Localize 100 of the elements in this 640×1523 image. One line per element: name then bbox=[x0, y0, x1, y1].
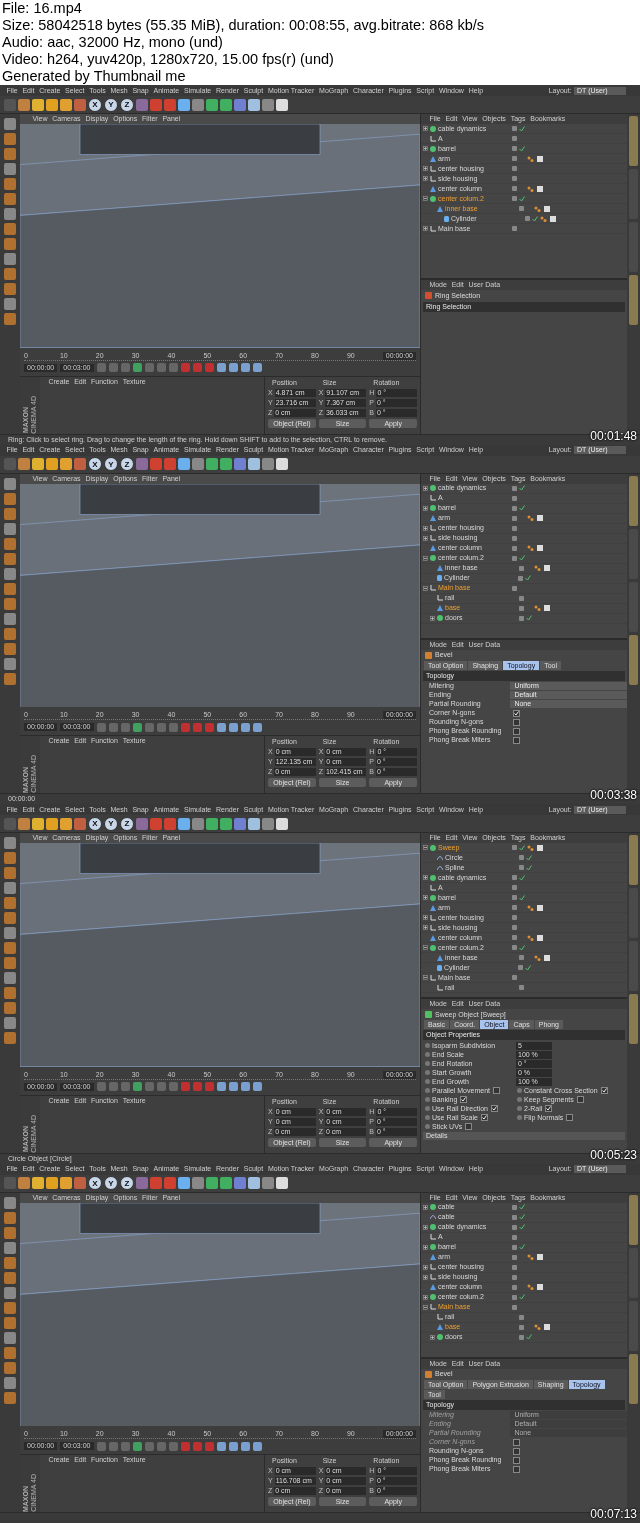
mode-icon[interactable] bbox=[4, 507, 16, 520]
toolbar-icon[interactable] bbox=[32, 817, 44, 830]
animate-dot[interactable] bbox=[517, 1106, 522, 1111]
expand-icon[interactable] bbox=[423, 485, 428, 491]
checkbox[interactable] bbox=[513, 1456, 520, 1464]
mode-icon[interactable] bbox=[4, 1211, 16, 1224]
mode-icon[interactable] bbox=[4, 942, 16, 954]
axis-lock-button[interactable]: X bbox=[88, 457, 102, 471]
expand-icon[interactable] bbox=[423, 895, 428, 900]
axis-lock-button[interactable]: Y bbox=[104, 816, 118, 831]
collapse-icon[interactable] bbox=[423, 1304, 428, 1310]
expand-icon[interactable] bbox=[423, 1294, 428, 1300]
axis-lock-button[interactable]: Z bbox=[120, 816, 134, 831]
mode-icon[interactable] bbox=[4, 1032, 16, 1044]
animate-dot[interactable] bbox=[425, 1061, 430, 1066]
axis-lock-button[interactable]: Z bbox=[120, 97, 134, 112]
mode-icon[interactable] bbox=[4, 1256, 16, 1269]
checkbox[interactable] bbox=[492, 1087, 500, 1094]
expand-icon[interactable] bbox=[423, 875, 428, 880]
mode-icon[interactable] bbox=[4, 1226, 16, 1239]
mode-icon[interactable] bbox=[4, 852, 16, 864]
mode-icon[interactable] bbox=[4, 567, 16, 580]
expand-icon[interactable] bbox=[430, 1334, 435, 1340]
mode-icon[interactable] bbox=[4, 133, 16, 145]
expand-icon[interactable] bbox=[423, 1264, 428, 1270]
mode-icon[interactable] bbox=[4, 492, 16, 505]
mode-icon[interactable] bbox=[4, 1286, 16, 1299]
mode-icon[interactable] bbox=[4, 1017, 16, 1029]
checkbox[interactable] bbox=[600, 1087, 608, 1094]
side-tab[interactable] bbox=[629, 1353, 638, 1404]
collapse-icon[interactable] bbox=[423, 555, 428, 561]
toolbar-icon[interactable] bbox=[46, 817, 58, 830]
mode-icon[interactable] bbox=[4, 837, 16, 849]
mode-icon[interactable] bbox=[4, 1376, 16, 1389]
expand-icon[interactable] bbox=[430, 615, 435, 621]
toolbar-icon[interactable] bbox=[32, 98, 44, 111]
animate-dot[interactable] bbox=[425, 1070, 430, 1075]
expand-icon[interactable] bbox=[423, 226, 428, 231]
animate-dot[interactable] bbox=[425, 1097, 430, 1102]
checkbox[interactable] bbox=[513, 1465, 520, 1473]
expand-icon[interactable] bbox=[423, 1274, 428, 1280]
mode-icon[interactable] bbox=[4, 268, 16, 280]
checkbox[interactable] bbox=[513, 736, 520, 744]
toolbar-icon[interactable] bbox=[18, 817, 30, 830]
mode-icon[interactable] bbox=[4, 582, 16, 595]
checkbox[interactable] bbox=[460, 1096, 468, 1103]
axis-lock-button[interactable]: Y bbox=[104, 97, 118, 112]
axis-lock-button[interactable]: X bbox=[88, 97, 102, 112]
mode-icon[interactable] bbox=[4, 537, 16, 550]
side-tab[interactable] bbox=[629, 1194, 638, 1245]
expand-icon[interactable] bbox=[423, 146, 428, 151]
mode-icon[interactable] bbox=[4, 1361, 16, 1374]
mode-icon[interactable] bbox=[4, 597, 16, 610]
axis-lock-button[interactable]: Y bbox=[104, 1176, 118, 1190]
mode-icon[interactable] bbox=[4, 223, 16, 235]
checkbox[interactable] bbox=[576, 1096, 584, 1103]
expand-icon[interactable] bbox=[423, 525, 428, 531]
side-tab[interactable] bbox=[629, 634, 638, 685]
animate-dot[interactable] bbox=[425, 1115, 430, 1120]
animate-dot[interactable] bbox=[425, 1052, 430, 1057]
toolbar-icon[interactable] bbox=[276, 458, 288, 470]
mode-icon[interactable] bbox=[4, 672, 16, 685]
checkbox[interactable] bbox=[513, 1447, 520, 1455]
mode-icon[interactable] bbox=[4, 163, 16, 175]
mode-icon[interactable] bbox=[4, 148, 16, 160]
mode-icon[interactable] bbox=[4, 1346, 16, 1359]
toolbar-icon[interactable] bbox=[276, 1177, 288, 1189]
axis-lock-button[interactable]: X bbox=[88, 816, 102, 831]
mode-icon[interactable] bbox=[4, 477, 16, 490]
checkbox[interactable] bbox=[545, 1105, 553, 1112]
mode-icon[interactable] bbox=[4, 1316, 16, 1329]
expand-icon[interactable] bbox=[423, 176, 428, 181]
mode-icon[interactable] bbox=[4, 627, 16, 640]
mode-icon[interactable] bbox=[4, 118, 16, 130]
expand-icon[interactable] bbox=[423, 505, 428, 511]
toolbar-icon[interactable] bbox=[46, 98, 58, 111]
mode-icon[interactable] bbox=[4, 208, 16, 220]
toolbar-icon[interactable] bbox=[60, 817, 72, 830]
animate-dot[interactable] bbox=[425, 1124, 430, 1129]
expand-icon[interactable] bbox=[423, 1224, 428, 1230]
toolbar-icon[interactable] bbox=[220, 98, 232, 111]
toolbar-icon[interactable] bbox=[60, 98, 72, 111]
expand-icon[interactable] bbox=[423, 1204, 428, 1210]
collapse-icon[interactable] bbox=[423, 845, 428, 850]
mode-icon[interactable] bbox=[4, 1241, 16, 1254]
checkbox[interactable] bbox=[513, 709, 520, 717]
checkbox[interactable] bbox=[491, 1105, 499, 1112]
animate-dot[interactable] bbox=[517, 1088, 522, 1093]
mode-icon[interactable] bbox=[4, 987, 16, 999]
mode-icon[interactable] bbox=[4, 178, 16, 190]
expand-icon[interactable] bbox=[423, 535, 428, 541]
toolbar-icon[interactable] bbox=[178, 98, 190, 111]
mode-icon[interactable] bbox=[4, 912, 16, 924]
mode-icon[interactable] bbox=[4, 283, 16, 295]
mode-icon[interactable] bbox=[4, 1196, 16, 1209]
mode-icon[interactable] bbox=[4, 612, 16, 625]
animate-dot[interactable] bbox=[425, 1106, 430, 1111]
toolbar-icon[interactable] bbox=[248, 98, 260, 111]
animate-dot[interactable] bbox=[517, 1115, 522, 1120]
mode-icon[interactable] bbox=[4, 927, 16, 939]
